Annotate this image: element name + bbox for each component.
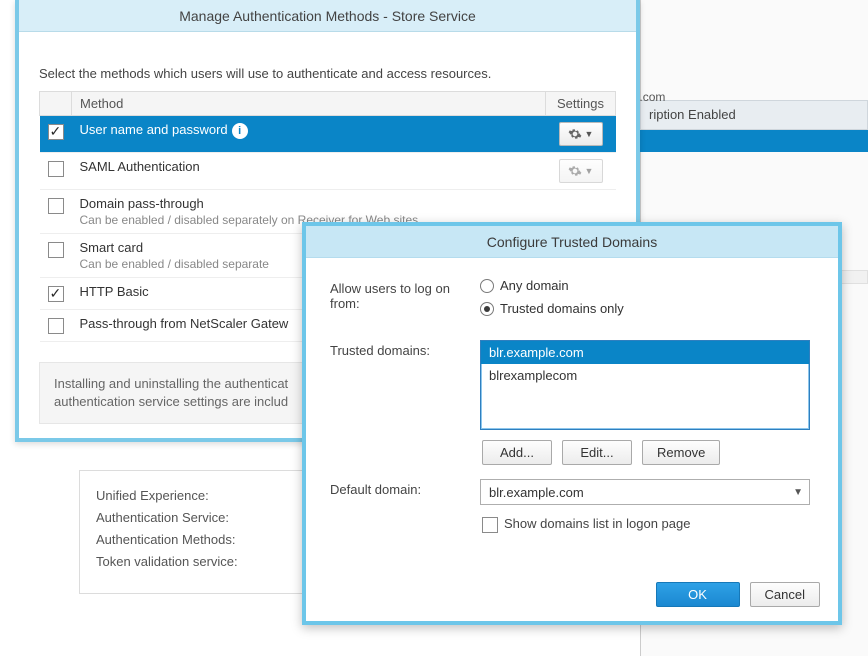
auth-method-row[interactable]: User name and password i ▼ [40,116,616,153]
checkbox-column-header [40,92,72,116]
auth-method-row[interactable]: SAML Authentication ▼ [40,153,616,190]
settings-column-header: Settings [546,92,616,116]
radio-any-domain[interactable]: Any domain [480,278,624,293]
method-label: HTTP Basic [80,284,149,299]
dialog-title: Configure Trusted Domains [306,226,838,258]
dialog-instructions: Select the methods which users will use … [19,32,636,91]
remove-button[interactable]: Remove [642,440,720,465]
method-label: Smart card [80,240,144,255]
trusted-domains-listbox[interactable]: blr.example.comblrexamplecom [480,340,810,430]
method-checkbox[interactable] [48,198,64,214]
default-domain-value: blr.example.com [489,485,584,500]
background-blue-bar [640,130,868,152]
method-checkbox[interactable] [48,286,64,302]
show-domains-checkbox[interactable] [482,517,498,533]
cancel-button[interactable]: Cancel [750,582,820,607]
dialog-title: Manage Authentication Methods - Store Se… [19,0,636,32]
edit-button[interactable]: Edit... [562,440,632,465]
settings-gear-button[interactable]: ▼ [559,122,603,146]
add-button[interactable]: Add... [482,440,552,465]
radio-trusted-domains-only[interactable]: Trusted domains only [480,301,624,316]
method-checkbox[interactable] [48,242,64,258]
chevron-down-icon: ▼ [585,166,594,176]
allow-logon-label: Allow users to log on from: [330,278,480,311]
chevron-down-icon: ▼ [793,487,803,498]
settings-gear-button: ▼ [559,159,603,183]
method-checkbox[interactable] [48,318,64,334]
configure-trusted-domains-dialog: Configure Trusted Domains Allow users to… [302,222,842,625]
radio-bullet-icon [480,279,494,293]
background-subscription-bar: ription Enabled [640,100,868,130]
method-label: Pass-through from NetScaler Gatew [80,316,289,331]
show-domains-label: Show domains list in logon page [504,516,690,531]
method-column-header: Method [72,92,546,116]
chevron-down-icon: ▼ [585,129,594,139]
radio-bullet-icon [480,302,494,316]
method-checkbox[interactable] [48,124,64,140]
radio-trusted-label: Trusted domains only [500,301,624,316]
list-item[interactable]: blrexamplecom [481,364,809,387]
radio-any-domain-label: Any domain [500,278,569,293]
method-checkbox[interactable] [48,161,64,177]
default-domain-dropdown[interactable]: blr.example.com ▼ [480,479,810,505]
info-icon[interactable]: i [232,123,248,139]
method-label: User name and password [80,122,228,137]
trusted-domains-label: Trusted domains: [330,340,480,358]
list-item[interactable]: blr.example.com [481,341,809,364]
method-label: SAML Authentication [80,159,200,174]
ok-button[interactable]: OK [656,582,740,607]
method-label: Domain pass-through [80,196,204,211]
default-domain-label: Default domain: [330,479,480,497]
